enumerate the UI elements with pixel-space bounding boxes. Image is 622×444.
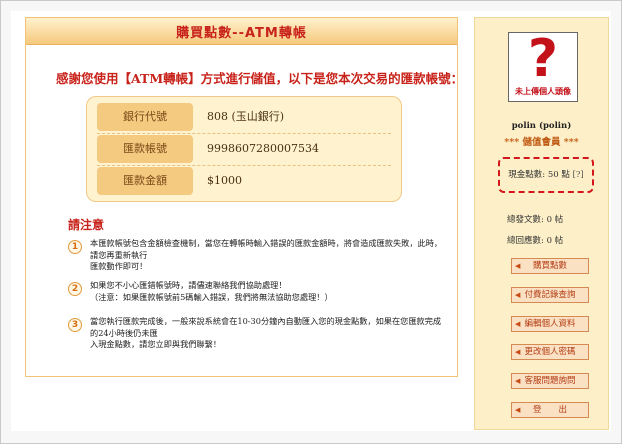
note-item: 2 如果您不小心匯錯帳號時，請儘速聯絡我們協助處理！ （注意：如果匯款帳號前5碼… xyxy=(68,280,448,304)
row-divider xyxy=(97,165,391,166)
note-text: 本匯款帳號包含金額檢查機制，當您在轉帳時輸入錯誤的匯款金額時，將會造成匯款失敗，… xyxy=(90,238,443,271)
bank-code-value: 808 (玉山銀行) xyxy=(207,110,285,123)
button-label: 更改個人密碼 xyxy=(524,347,576,357)
atm-transfer-panel: 購買點數--ATM轉帳 感謝您使用【ATM轉帳】方式進行儲值，以下是您本次交易的… xyxy=(25,17,463,377)
amount-row: 匯款金額 $1000 xyxy=(97,167,391,195)
note-text: 當您執行匯款完成後，一般來說系統會在10-30分鐘內自動匯入您的現金點數，如果在… xyxy=(90,316,442,349)
button-label: 購買點數 xyxy=(532,261,567,271)
button-label: 客服問題詢問 xyxy=(524,376,576,386)
logout-button[interactable]: ◀ 登 出 xyxy=(511,402,589,418)
cash-points-label: 現金點數: 50 點 xyxy=(508,170,570,180)
notes-title: 請注意 xyxy=(68,218,105,232)
note-item: 3 當您執行匯款完成後，一般來說系統會在10-30分鐘內自動匯入您的現金點數，如… xyxy=(68,316,448,352)
cash-points: 現金點數: 50 點 [?] xyxy=(500,168,592,180)
account-number-value: 9998607280007534 xyxy=(207,142,319,155)
button-label: 付費記錄查詢 xyxy=(524,290,576,300)
circled-number-icon: 2 xyxy=(68,282,82,296)
post-count: 總發文數: 0 帖 xyxy=(507,215,564,225)
buy-points-button[interactable]: ◀ 購買點數 xyxy=(511,258,589,274)
button-label: 編輯個人資料 xyxy=(524,319,576,329)
payment-history-button[interactable]: ◀ 付費記錄查詢 xyxy=(511,287,589,303)
account-number-row: 匯款帳號 9998607280007534 xyxy=(97,135,391,163)
arrow-right-icon: ◀ xyxy=(515,320,521,328)
amount-label: 匯款金額 xyxy=(97,167,193,195)
points-help-link[interactable]: [?] xyxy=(573,170,584,180)
arrow-right-icon: ◀ xyxy=(515,291,521,299)
edit-profile-button[interactable]: ◀ 編輯個人資料 xyxy=(511,316,589,332)
cash-points-box: 現金點數: 50 點 [?] xyxy=(498,157,594,193)
note-text: 如果您不小心匯錯帳號時，請儘速聯絡我們協助處理！ （注意：如果匯款帳號前5碼輸入… xyxy=(90,280,333,302)
arrow-right-icon: ◀ xyxy=(515,406,521,414)
arrow-right-icon: ◀ xyxy=(515,348,521,356)
avatar-caption: 未上傳個人頭像 xyxy=(515,87,571,96)
row-divider xyxy=(97,133,391,134)
button-label: 登 出 xyxy=(532,405,567,415)
bank-code-row: 銀行代號 808 (玉山銀行) xyxy=(97,103,391,131)
circled-number-icon: 1 xyxy=(68,240,82,254)
change-password-button[interactable]: ◀ 更改個人密碼 xyxy=(511,344,589,360)
content-area: 購買點數--ATM轉帳 感謝您使用【ATM轉帳】方式進行儲值，以下是您本次交易的… xyxy=(11,11,611,431)
question-mark-icon: ? xyxy=(527,29,559,89)
arrow-right-icon: ◀ xyxy=(515,377,521,385)
username: polin (polin) xyxy=(511,121,572,131)
customer-service-button[interactable]: ◀ 客服問題詢問 xyxy=(511,373,589,389)
avatar: ? 未上傳個人頭像 xyxy=(508,29,578,102)
panel-header: 購買點數--ATM轉帳 xyxy=(26,18,457,45)
page-frame: 購買點數--ATM轉帳 感謝您使用【ATM轉帳】方式進行儲值，以下是您本次交易的… xyxy=(0,0,622,444)
member-level: *** 儲值會員 *** xyxy=(504,137,579,148)
reply-count: 總回應數: 0 帖 xyxy=(507,236,564,246)
account-info-box: 銀行代號 808 (玉山銀行) 匯款帳號 9998607280007534 匯款… xyxy=(86,96,402,202)
page-title: 購買點數--ATM轉帳 xyxy=(176,26,307,41)
member-sidebar: ? 未上傳個人頭像 polin (polin) *** 儲值會員 *** 現金點… xyxy=(474,17,609,430)
amount-value: $1000 xyxy=(207,174,242,187)
circled-number-icon: 3 xyxy=(68,318,82,332)
bank-code-label: 銀行代號 xyxy=(97,103,193,131)
intro-text: 感謝您使用【ATM轉帳】方式進行儲值，以下是您本次交易的匯款帳號： xyxy=(56,71,464,86)
note-item: 1 本匯款帳號包含金額檢查機制，當您在轉帳時輸入錯誤的匯款金額時，將會造成匯款失… xyxy=(68,238,448,274)
arrow-right-icon: ◀ xyxy=(515,262,521,270)
account-number-label: 匯款帳號 xyxy=(97,135,193,163)
